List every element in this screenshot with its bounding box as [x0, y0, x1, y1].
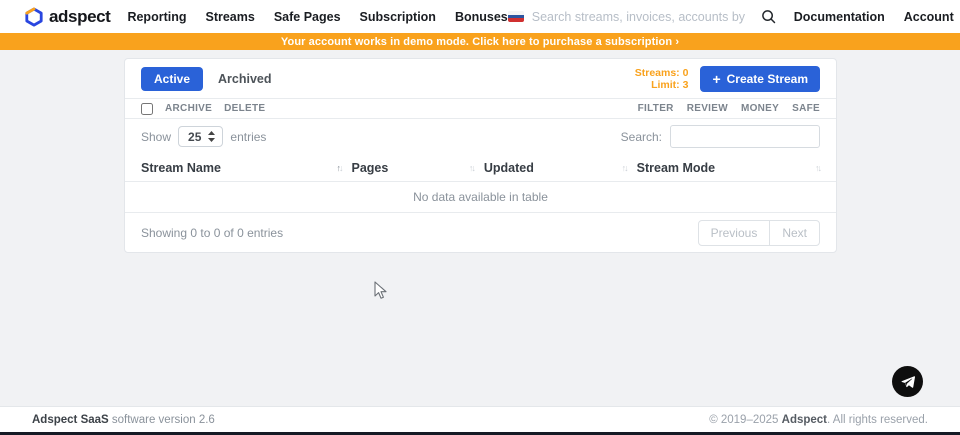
- flag-filter-button[interactable]: FILTER: [638, 103, 674, 114]
- streams-card-header: Active Archived Streams: 0 Limit: 3 + Cr…: [125, 59, 836, 98]
- plus-icon: +: [712, 74, 720, 84]
- page: adspect Reporting Streams Safe Pages Sub…: [0, 0, 960, 435]
- quota-limit: Limit: 3: [635, 79, 689, 91]
- telegram-button[interactable]: [892, 366, 923, 397]
- table-empty-row: No data available in table: [125, 182, 836, 213]
- select-all-checkbox[interactable]: [141, 103, 153, 115]
- global-search-input[interactable]: [532, 10, 747, 24]
- column-header-pages[interactable]: Pages ↑↓: [351, 161, 483, 175]
- bulk-actions-toolbar: ARCHIVE DELETE FILTER REVIEW MONEY SAFE: [125, 98, 836, 119]
- create-stream-button[interactable]: + Create Stream: [700, 66, 820, 92]
- flag-review-button[interactable]: REVIEW: [687, 103, 728, 114]
- flag-money-button[interactable]: MONEY: [741, 103, 779, 114]
- nav-item-safe-pages[interactable]: Safe Pages: [274, 10, 341, 24]
- sort-icon-asc-active: ↑↓: [336, 163, 341, 173]
- table-search-input[interactable]: [670, 125, 820, 148]
- sort-icon: ↑↓: [469, 163, 474, 173]
- navbar-right: Documentation Account Sign Out: [508, 9, 960, 24]
- footer-version-text: Adspect SaaS software version 2.6: [32, 414, 215, 426]
- nav-item-streams[interactable]: Streams: [205, 10, 254, 24]
- hexagon-logo-icon: [24, 7, 44, 27]
- tab-archived[interactable]: Archived: [218, 72, 272, 86]
- entries-per-page-select[interactable]: 25: [178, 126, 223, 147]
- column-header-stream-mode[interactable]: Stream Mode ↑↓: [637, 161, 820, 175]
- flag-actions: FILTER REVIEW MONEY SAFE: [625, 103, 820, 114]
- entries-label: entries: [230, 130, 266, 144]
- mouse-cursor: [374, 281, 387, 300]
- quota-streams: Streams: 0: [635, 67, 689, 79]
- next-page-button[interactable]: Next: [769, 220, 820, 246]
- telegram-paper-plane-icon: [900, 374, 916, 390]
- sort-icon: ↑↓: [622, 163, 627, 173]
- sort-icon: ↑↓: [815, 163, 820, 173]
- main-nav: Reporting Streams Safe Pages Subscriptio…: [127, 10, 507, 24]
- nav-item-subscription[interactable]: Subscription: [360, 10, 436, 24]
- nav-item-documentation[interactable]: Documentation: [794, 10, 885, 24]
- table-header-row: Stream Name ↑↓ Pages ↑↓ Updated ↑↓ Strea…: [125, 154, 836, 182]
- select-arrows-icon: [208, 131, 215, 142]
- previous-page-button[interactable]: Previous: [698, 220, 771, 246]
- demo-mode-banner-text: Your account works in demo mode. Click h…: [281, 36, 679, 48]
- empty-table-message: No data available in table: [413, 190, 548, 204]
- show-label: Show: [141, 130, 171, 144]
- nav-item-reporting[interactable]: Reporting: [127, 10, 186, 24]
- top-navbar: adspect Reporting Streams Safe Pages Sub…: [0, 0, 960, 33]
- demo-mode-banner[interactable]: Your account works in demo mode. Click h…: [0, 33, 960, 50]
- streams-card: Active Archived Streams: 0 Limit: 3 + Cr…: [124, 58, 837, 253]
- bulk-delete-button[interactable]: DELETE: [224, 103, 265, 114]
- column-header-stream-name[interactable]: Stream Name ↑↓: [141, 161, 351, 175]
- search-icon[interactable]: [761, 9, 776, 24]
- entries-per-page-value: 25: [188, 130, 201, 144]
- entries-summary: Showing 0 to 0 of 0 entries: [141, 226, 283, 240]
- table-footer: Showing 0 to 0 of 0 entries Previous Nex…: [125, 213, 836, 252]
- brand-name: adspect: [49, 7, 110, 27]
- table-controls: Show 25 entries Search:: [125, 119, 836, 154]
- pagination: Previous Next: [698, 220, 820, 246]
- flag-safe-button[interactable]: SAFE: [792, 103, 820, 114]
- quota-info: Streams: 0 Limit: 3: [635, 67, 689, 91]
- nav-item-account[interactable]: Account: [904, 10, 954, 24]
- russian-flag-icon[interactable]: [508, 11, 524, 22]
- tab-active[interactable]: Active: [141, 67, 203, 91]
- table-search-label: Search:: [621, 130, 662, 144]
- brand-logo[interactable]: adspect: [24, 7, 110, 27]
- column-header-updated[interactable]: Updated ↑↓: [484, 161, 637, 175]
- create-stream-label: Create Stream: [727, 72, 808, 86]
- bulk-archive-button[interactable]: ARCHIVE: [165, 103, 212, 114]
- footer-copyright-text: © 2019–2025 Adspect. All rights reserved…: [709, 414, 928, 426]
- page-footer: Adspect SaaS software version 2.6 © 2019…: [0, 406, 960, 432]
- nav-item-bonuses[interactable]: Bonuses: [455, 10, 508, 24]
